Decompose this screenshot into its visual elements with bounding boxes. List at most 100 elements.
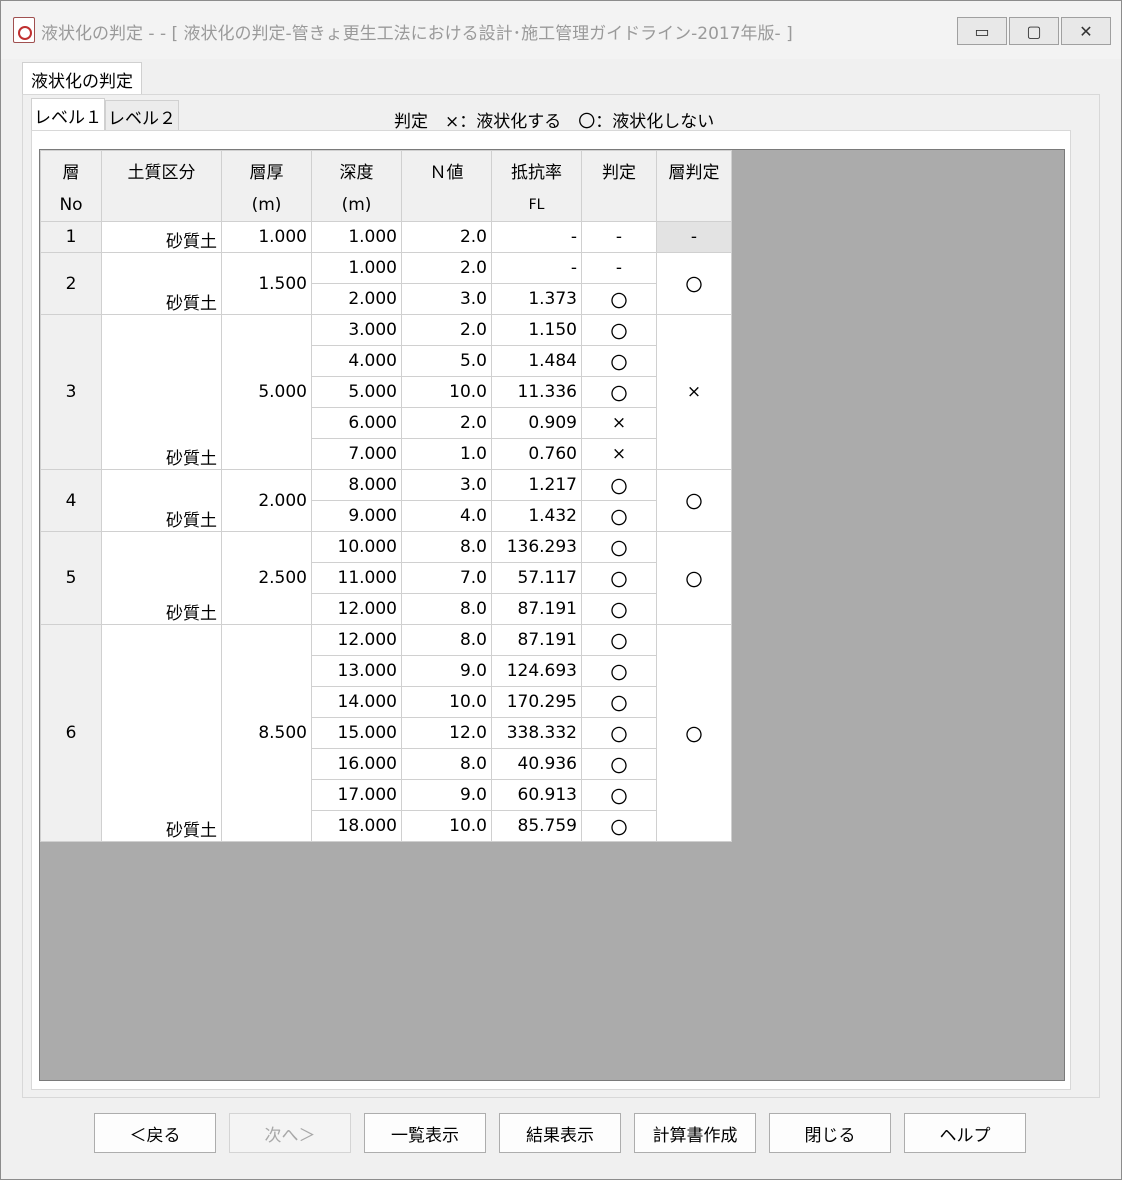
- cell-depth[interactable]: 1.000: [311, 221, 402, 253]
- cell-depth[interactable]: 15.000: [311, 717, 402, 749]
- cell-n-value[interactable]: 8.0: [401, 531, 492, 563]
- cell-judgment[interactable]: -: [581, 252, 657, 284]
- cell-soil-type[interactable]: 砂質土: [101, 531, 222, 625]
- app-icon[interactable]: [13, 17, 35, 43]
- table-row[interactable]: 3 砂質土 5.000 3.000 2.0 1.150 〇 ×: [40, 314, 732, 470]
- cell-resistance-fl[interactable]: 0.909: [491, 407, 582, 439]
- cell-thickness[interactable]: 1.000: [221, 221, 312, 253]
- cell-judgment[interactable]: 〇: [581, 655, 657, 687]
- cell-resistance-fl[interactable]: -: [491, 252, 582, 284]
- back-button[interactable]: ＜戻る: [94, 1113, 216, 1153]
- cell-depth[interactable]: 18.000: [311, 810, 402, 842]
- cell-resistance-fl[interactable]: 170.295: [491, 686, 582, 718]
- cell-layer-judgment[interactable]: ×: [656, 314, 732, 470]
- cell-soil-type[interactable]: 砂質土: [101, 252, 222, 315]
- cell-judgment[interactable]: ×: [581, 407, 657, 439]
- result-view-button[interactable]: 結果表示: [499, 1113, 621, 1153]
- cell-resistance-fl[interactable]: 87.191: [491, 593, 582, 625]
- cell-judgment[interactable]: 〇: [581, 500, 657, 532]
- cell-depth[interactable]: 10.000: [311, 531, 402, 563]
- cell-layer-no[interactable]: 4: [40, 469, 102, 532]
- cell-thickness[interactable]: 1.500: [221, 252, 312, 315]
- cell-depth[interactable]: 12.000: [311, 593, 402, 625]
- cell-layer-judgment[interactable]: -: [656, 221, 732, 253]
- cell-judgment[interactable]: 〇: [581, 748, 657, 780]
- cell-resistance-fl[interactable]: 1.217: [491, 469, 582, 501]
- cell-thickness[interactable]: 8.500: [221, 624, 312, 842]
- cell-depth[interactable]: 7.000: [311, 438, 402, 470]
- create-report-button[interactable]: 計算書作成: [634, 1113, 756, 1153]
- cell-judgment[interactable]: 〇: [581, 562, 657, 594]
- cell-depth[interactable]: 13.000: [311, 655, 402, 687]
- cell-n-value[interactable]: 8.0: [401, 593, 492, 625]
- cell-soil-type[interactable]: 砂質土: [101, 221, 222, 253]
- table-row[interactable]: 4 砂質土 2.000 8.000 3.0 1.217 〇〇: [40, 469, 732, 532]
- cell-depth[interactable]: 4.000: [311, 345, 402, 377]
- title-bar[interactable]: 液状化の判定 - - [ 液状化の判定-管きょ更生工法における設計･施工管理ガイ…: [1, 1, 1121, 59]
- cell-depth[interactable]: 1.000: [311, 252, 402, 284]
- cell-judgment[interactable]: 〇: [581, 717, 657, 749]
- minimize-button[interactable]: ▭: [957, 17, 1007, 45]
- cell-judgment[interactable]: 〇: [581, 686, 657, 718]
- cell-layer-no[interactable]: 5: [40, 531, 102, 625]
- list-view-button[interactable]: 一覧表示: [364, 1113, 486, 1153]
- cell-resistance-fl[interactable]: 1.432: [491, 500, 582, 532]
- cell-n-value[interactable]: 8.0: [401, 748, 492, 780]
- cell-judgment[interactable]: 〇: [581, 810, 657, 842]
- help-button[interactable]: ヘルプ: [904, 1113, 1026, 1153]
- cell-resistance-fl[interactable]: -: [491, 221, 582, 253]
- cell-n-value[interactable]: 10.0: [401, 810, 492, 842]
- cell-n-value[interactable]: 2.0: [401, 252, 492, 284]
- cell-n-value[interactable]: 2.0: [401, 221, 492, 253]
- cell-depth[interactable]: 9.000: [311, 500, 402, 532]
- cell-n-value[interactable]: 3.0: [401, 469, 492, 501]
- cell-resistance-fl[interactable]: 1.373: [491, 283, 582, 315]
- maximize-button[interactable]: ▢: [1009, 17, 1059, 45]
- cell-n-value[interactable]: 9.0: [401, 655, 492, 687]
- cell-depth[interactable]: 5.000: [311, 376, 402, 408]
- cell-n-value[interactable]: 4.0: [401, 500, 492, 532]
- cell-n-value[interactable]: 9.0: [401, 779, 492, 811]
- table-row[interactable]: 5 砂質土 2.500 10.000 8.0 136.293 〇〇: [40, 531, 732, 625]
- cell-resistance-fl[interactable]: 85.759: [491, 810, 582, 842]
- cell-resistance-fl[interactable]: 1.484: [491, 345, 582, 377]
- cell-depth[interactable]: 2.000: [311, 283, 402, 315]
- cell-layer-no[interactable]: 2: [40, 252, 102, 315]
- close-window-button[interactable]: ✕: [1061, 17, 1111, 45]
- cell-resistance-fl[interactable]: 11.336: [491, 376, 582, 408]
- cell-soil-type[interactable]: 砂質土: [101, 469, 222, 532]
- cell-depth[interactable]: 3.000: [311, 314, 402, 346]
- cell-soil-type[interactable]: 砂質土: [101, 314, 222, 470]
- table-row[interactable]: 2 砂質土 1.500 1.000 2.0- - 〇: [40, 252, 732, 315]
- next-button[interactable]: 次へ＞: [229, 1113, 351, 1153]
- tab-level-1[interactable]: レベル１: [31, 98, 105, 131]
- table-row[interactable]: 6 砂質土 8.500 12.000 8.0 87.191 〇〇: [40, 624, 732, 842]
- cell-n-value[interactable]: 3.0: [401, 283, 492, 315]
- cell-layer-judgment[interactable]: 〇: [656, 469, 732, 532]
- cell-judgment[interactable]: 〇: [581, 469, 657, 501]
- cell-judgment[interactable]: 〇: [581, 531, 657, 563]
- cell-judgment[interactable]: 〇: [581, 283, 657, 315]
- cell-resistance-fl[interactable]: 57.117: [491, 562, 582, 594]
- cell-judgment[interactable]: 〇: [581, 345, 657, 377]
- cell-judgment[interactable]: ×: [581, 438, 657, 470]
- cell-layer-judgment[interactable]: 〇: [656, 252, 732, 315]
- cell-layer-no[interactable]: 1: [40, 221, 102, 253]
- table-row[interactable]: 1 砂質土 1.000 1.000 2.0- - -: [40, 221, 732, 253]
- cell-judgment[interactable]: 〇: [581, 376, 657, 408]
- cell-judgment[interactable]: -: [581, 221, 657, 253]
- cell-soil-type[interactable]: 砂質土: [101, 624, 222, 842]
- tab-liquefaction-judgment[interactable]: 液状化の判定: [22, 62, 142, 95]
- cell-depth[interactable]: 11.000: [311, 562, 402, 594]
- cell-depth[interactable]: 16.000: [311, 748, 402, 780]
- cell-n-value[interactable]: 5.0: [401, 345, 492, 377]
- cell-layer-no[interactable]: 3: [40, 314, 102, 470]
- cell-resistance-fl[interactable]: 338.332: [491, 717, 582, 749]
- cell-resistance-fl[interactable]: 0.760: [491, 438, 582, 470]
- tab-level-2[interactable]: レベル２: [105, 100, 179, 131]
- cell-resistance-fl[interactable]: 1.150: [491, 314, 582, 346]
- cell-judgment[interactable]: 〇: [581, 314, 657, 346]
- cell-layer-judgment[interactable]: 〇: [656, 531, 732, 625]
- cell-judgment[interactable]: 〇: [581, 593, 657, 625]
- cell-n-value[interactable]: 8.0: [401, 624, 492, 656]
